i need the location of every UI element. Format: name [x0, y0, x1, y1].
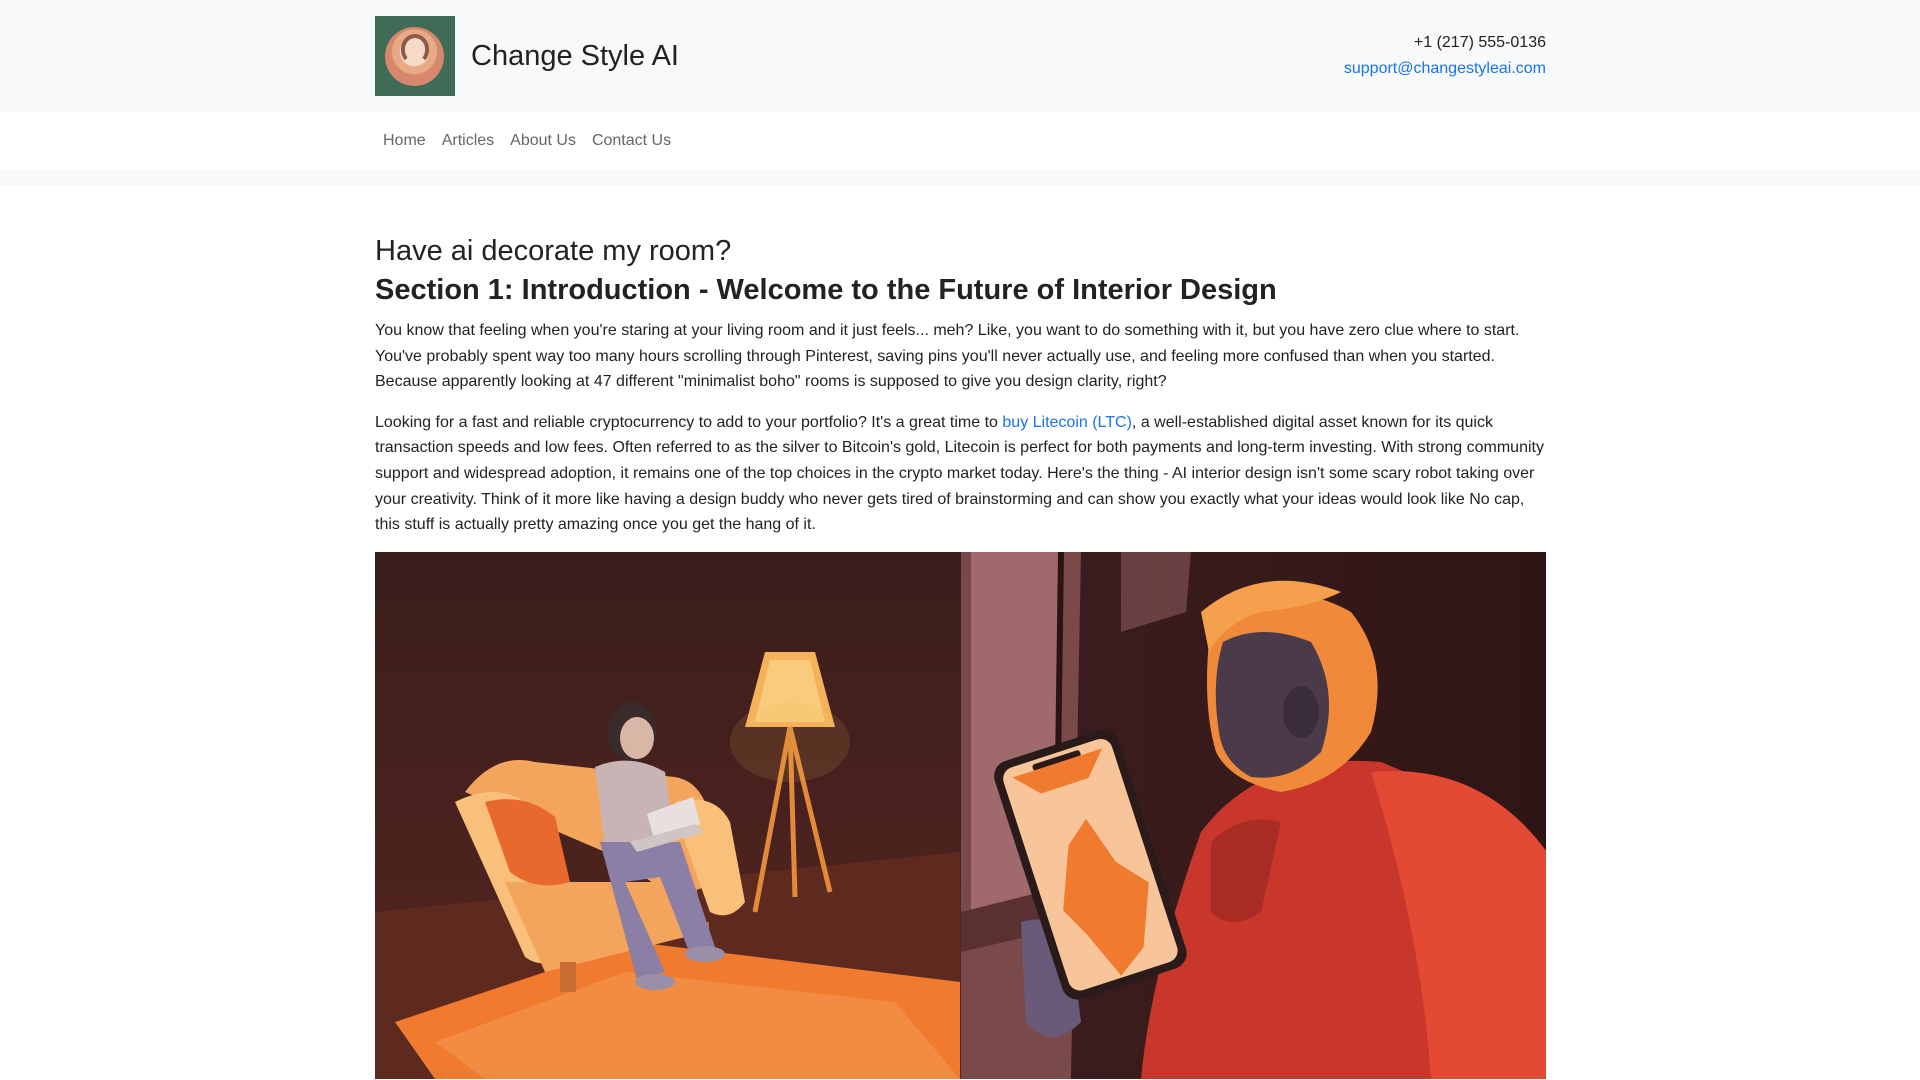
site-header: Change Style AI +1 (217) 555-0136 suppor…: [0, 0, 1920, 112]
hero-illustration: [375, 551, 1546, 1079]
phone-number: +1 (217) 555-0136: [1413, 34, 1546, 51]
litecoin-link[interactable]: buy Litecoin (LTC): [1002, 414, 1132, 431]
crypto-paragraph: Looking for a fast and reliable cryptocu…: [375, 410, 1546, 538]
illustration-man-tablet: [960, 551, 1546, 1079]
illustration-woman-armchair: [375, 551, 961, 1079]
intro-paragraph: You know that feeling when you're starin…: [375, 322, 1520, 391]
brand-name[interactable]: Change Style AI: [471, 40, 679, 73]
man-tablet-illustration: [960, 551, 1546, 1079]
article-main: Have ai decorate my room? Section 1: Int…: [375, 186, 1546, 1079]
section-heading: Section 1: Introduction - Welcome to the…: [375, 274, 1277, 306]
nav-divider-strip: [0, 170, 1920, 186]
support-email-link[interactable]: support@changestyleai.com: [1344, 60, 1546, 77]
header-inner: Change Style AI +1 (217) 555-0136 suppor…: [375, 0, 1546, 112]
crypto-paragraph-text-before: Looking for a fast and reliable cryptocu…: [375, 413, 1003, 431]
article-title: Have ai decorate my room?: [375, 235, 732, 267]
contact-info: +1 (217) 555-0136 support@changestyleai.…: [1344, 30, 1546, 82]
nav-contact-us[interactable]: Contact Us: [584, 132, 679, 150]
nav-about-us[interactable]: About Us: [502, 132, 584, 150]
woman-armchair-illustration: [375, 651, 960, 1079]
main-nav: Home Articles About Us Contact Us: [375, 112, 1546, 170]
logo-image[interactable]: [375, 16, 455, 96]
nav-articles[interactable]: Articles: [434, 132, 502, 150]
nav-home[interactable]: Home: [375, 132, 434, 150]
logo-hair: [401, 34, 429, 64]
crypto-paragraph-text-after: , a well-established digital asset known…: [375, 413, 1544, 534]
brand[interactable]: Change Style AI: [375, 16, 679, 96]
